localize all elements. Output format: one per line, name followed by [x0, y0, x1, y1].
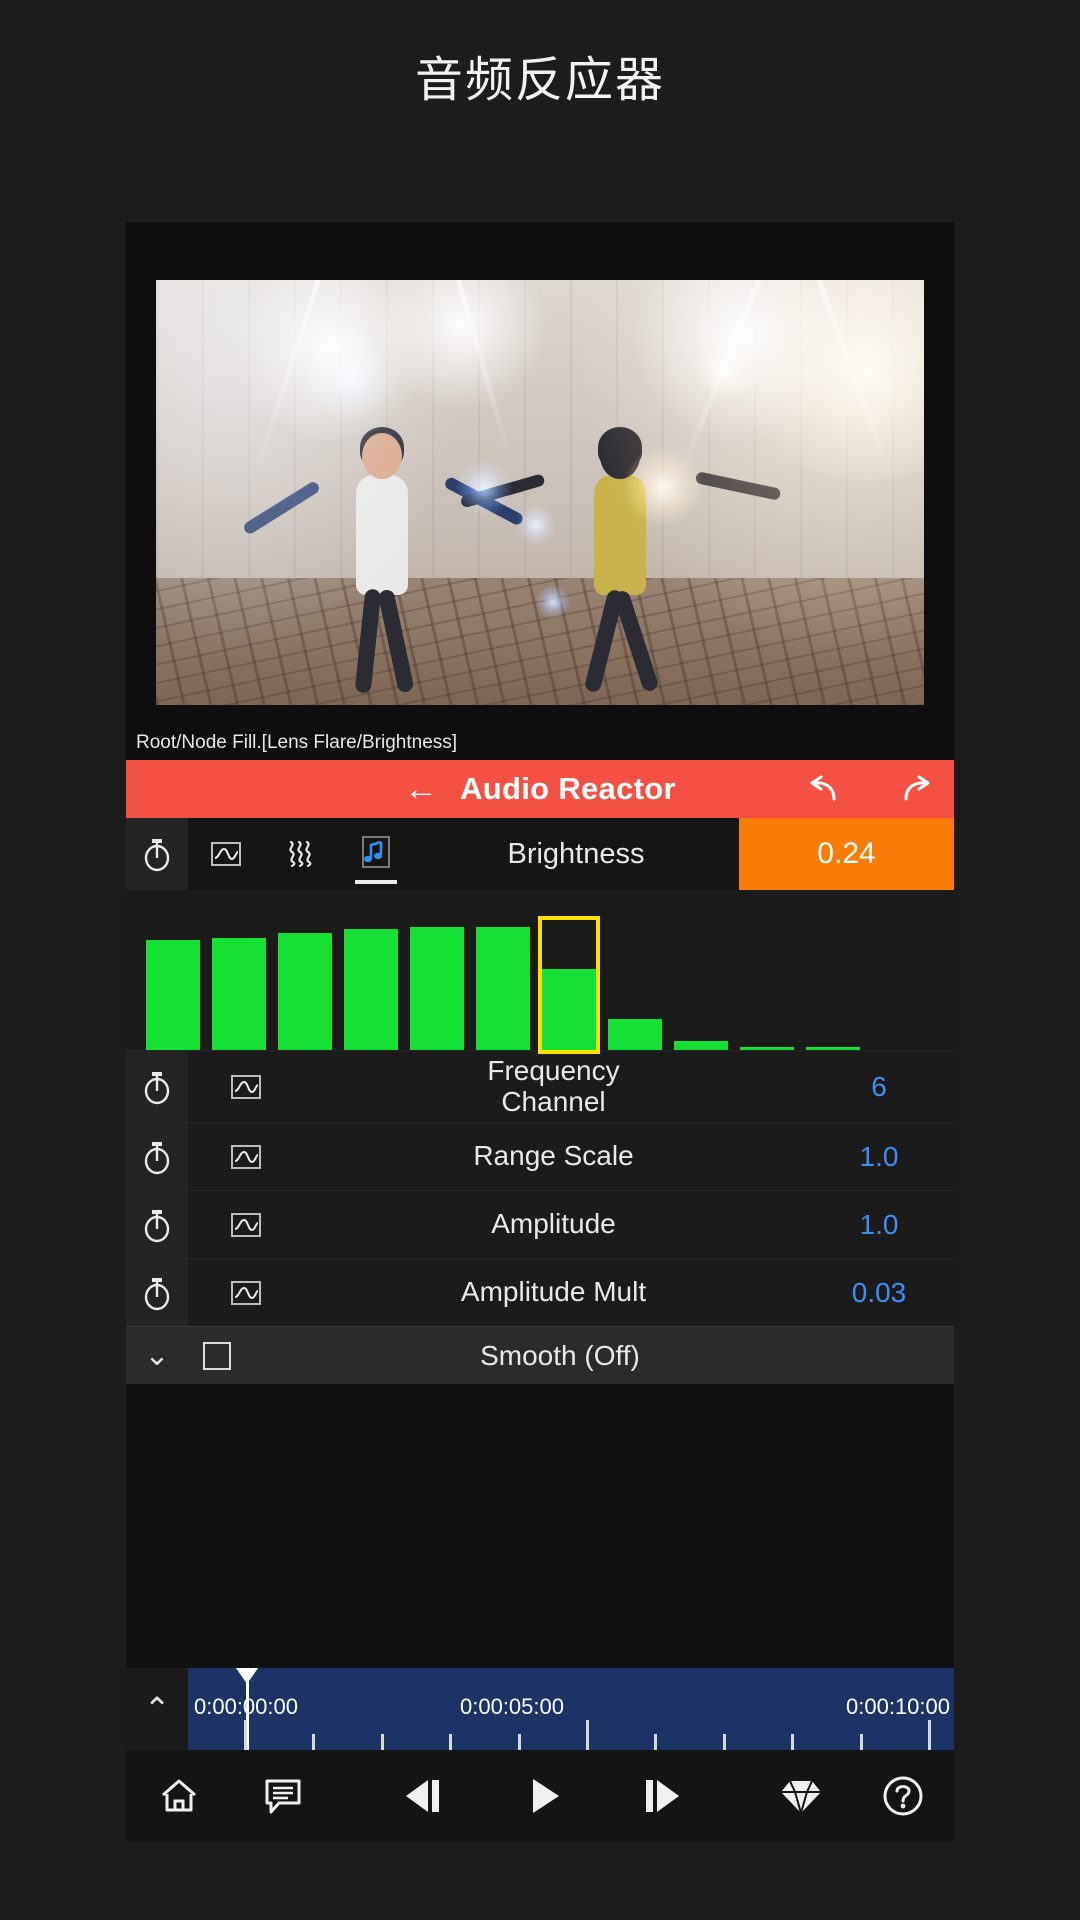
chevron-down-icon[interactable]: ⌄ [126, 1338, 188, 1373]
redo-icon[interactable] [896, 772, 936, 806]
timeline-tick-major [244, 1720, 247, 1750]
eq-bar[interactable] [146, 920, 200, 1050]
eq-bar[interactable] [212, 920, 266, 1050]
eq-bar-fill [476, 926, 530, 1050]
eq-bar-selected[interactable] [538, 916, 600, 1054]
eq-bar-fill [542, 969, 596, 1050]
param-value[interactable]: 0.24 [739, 818, 954, 890]
eq-bar-fill [806, 1046, 860, 1050]
timeline-tick-major [927, 1720, 931, 1750]
home-icon[interactable] [126, 1774, 231, 1818]
eq-bar-fill [212, 937, 266, 1050]
timeline-label-10: 0:00:10:00 [846, 1694, 950, 1719]
panel-title: Audio Reactor [460, 771, 676, 806]
timeline-label-5: 0:00:05:00 [460, 1694, 564, 1719]
eq-bar[interactable] [806, 920, 860, 1050]
lens-haze-left [156, 280, 502, 705]
next-frame-icon[interactable] [602, 1774, 721, 1818]
timeline-label-0: 0:00:00:00 [194, 1694, 298, 1719]
smooth-label: Smooth (Off) [480, 1339, 640, 1371]
smooth-row[interactable]: ⌄ Smooth (Off) [126, 1326, 954, 1384]
timeline-tick-minor [312, 1734, 316, 1750]
graph-curve-icon[interactable] [188, 1191, 303, 1258]
param-label: Brightness [507, 837, 645, 870]
brightness-param-row: Brightness 0.24 [126, 818, 954, 890]
timeline-tick-minor [859, 1734, 863, 1750]
page-title: 音频反应器 [414, 52, 665, 108]
eq-bar-fill [740, 1046, 794, 1050]
bottom-toolbar [126, 1750, 954, 1842]
chevron-up-icon[interactable]: ⌃ [126, 1668, 188, 1750]
timeline[interactable]: ⌃ 0:00:00:00 0:00:05:00 0:00:10:00 [126, 1668, 954, 1750]
param-row[interactable]: Range Scale 1.0 [126, 1122, 954, 1190]
stopwatch-icon[interactable] [126, 1259, 188, 1326]
timeline-tick-minor [654, 1734, 658, 1750]
eq-bar-fill [410, 926, 464, 1050]
parameter-list: Frequency Channel 6 Range Scale 1.0 Amplitude… [126, 1050, 954, 1326]
help-icon[interactable] [852, 1773, 954, 1819]
param-label: Range Scale [473, 1140, 634, 1172]
eq-bar-fill [608, 1019, 662, 1050]
app-window: Root/Node Fill.[Lens Flare/Brightness] ←… [126, 222, 954, 1842]
undo-icon[interactable] [804, 772, 844, 806]
eq-bar[interactable] [410, 920, 464, 1050]
stopwatch-icon[interactable] [126, 1051, 188, 1122]
stopwatch-icon[interactable] [126, 818, 188, 890]
video-preview[interactable] [156, 280, 924, 705]
eq-bar-fill [674, 1041, 728, 1050]
graph-curve-icon[interactable] [188, 1051, 303, 1122]
eq-bar[interactable] [344, 920, 398, 1050]
diamond-icon[interactable] [749, 1775, 853, 1817]
selected-indicator [355, 880, 397, 884]
eq-bar-fill [278, 933, 332, 1050]
param-value[interactable]: 6 [804, 1051, 954, 1122]
comment-icon[interactable] [231, 1775, 335, 1817]
timeline-tick-minor [449, 1734, 453, 1750]
param-row[interactable]: Amplitude 1.0 [126, 1190, 954, 1258]
stopwatch-icon[interactable] [126, 1123, 188, 1190]
frequency-spectrum-chart[interactable] [126, 890, 954, 1054]
audio-reactor-header: ← Audio Reactor [126, 760, 954, 818]
checkbox-unchecked-icon[interactable] [203, 1341, 231, 1370]
param-label: Frequency Channel [487, 1055, 620, 1117]
timeline-tick-minor [380, 1734, 384, 1750]
music-note-icon[interactable] [338, 818, 413, 890]
preview-area[interactable]: Root/Node Fill.[Lens Flare/Brightness] [126, 222, 954, 760]
param-value[interactable]: 0.03 [804, 1259, 954, 1326]
graph-curve-icon[interactable] [188, 818, 263, 890]
param-value[interactable]: 1.0 [804, 1123, 954, 1190]
param-label: Amplitude Mult [460, 1276, 647, 1308]
timeline-tick-minor [791, 1734, 795, 1750]
prev-frame-icon[interactable] [365, 1774, 484, 1818]
wavy-lines-icon[interactable] [263, 818, 338, 890]
param-row[interactable]: Amplitude Mult 0.03 [126, 1258, 954, 1326]
eq-bar-fill [146, 939, 200, 1050]
eq-bar-fill [344, 928, 398, 1050]
timeline-track[interactable]: 0:00:00:00 0:00:05:00 0:00:10:00 [188, 1668, 954, 1750]
eq-bar[interactable] [740, 920, 794, 1050]
timeline-tick-major [585, 1720, 589, 1750]
graph-curve-icon[interactable] [188, 1123, 303, 1190]
eq-bar[interactable] [278, 920, 332, 1050]
timeline-tick-minor [722, 1734, 726, 1750]
graph-curve-icon[interactable] [188, 1259, 303, 1326]
param-row[interactable]: Frequency Channel 6 [126, 1050, 954, 1122]
eq-bar[interactable] [608, 920, 662, 1050]
back-arrow-icon[interactable]: ← [404, 772, 438, 806]
param-label: Amplitude [491, 1208, 616, 1240]
timeline-tick-minor [517, 1734, 521, 1750]
smooth-checkbox[interactable] [188, 1341, 246, 1370]
stopwatch-icon[interactable] [126, 1191, 188, 1258]
breadcrumb: Root/Node Fill.[Lens Flare/Brightness] [136, 732, 458, 753]
play-icon[interactable] [484, 1774, 603, 1818]
eq-bar[interactable] [674, 920, 728, 1050]
screen-root: 音频反应器 Root/Node Fill.[Lens Flare/Brightn… [0, 0, 1080, 1920]
eq-bar[interactable] [476, 920, 530, 1050]
param-value[interactable]: 1.0 [804, 1191, 954, 1258]
eq-bar[interactable] [538, 916, 600, 1054]
